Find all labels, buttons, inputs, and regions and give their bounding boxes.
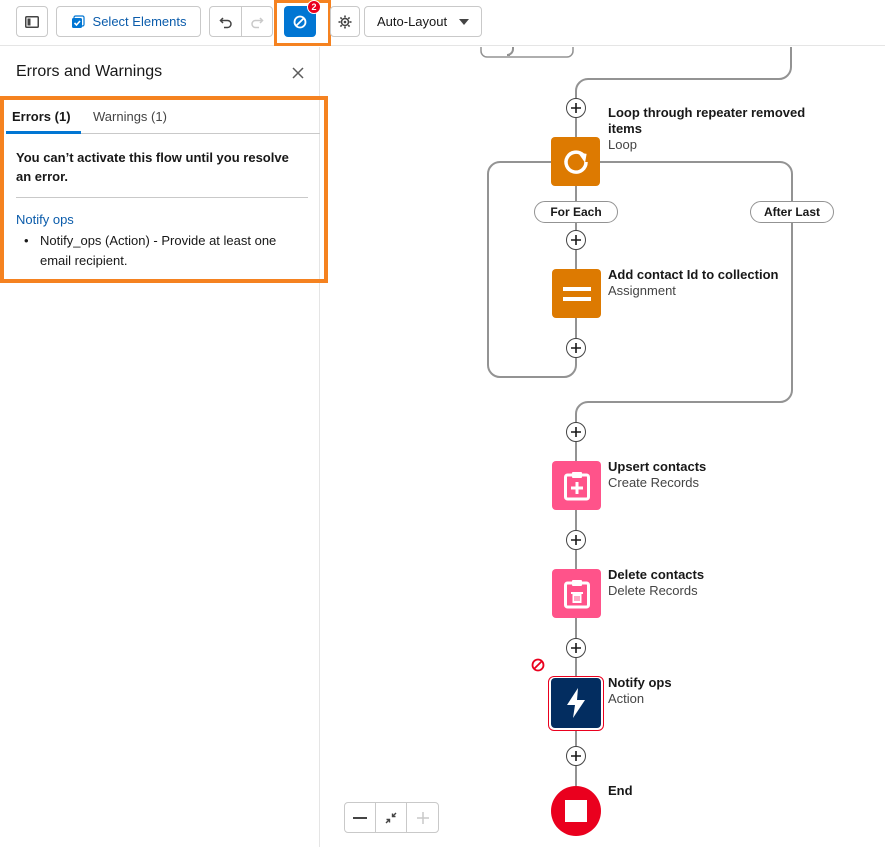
end-icon [565, 800, 587, 822]
errors-warnings-panel: Errors and Warnings Errors (1) Warnings … [0, 47, 328, 847]
add-element-button[interactable] [566, 746, 586, 766]
loop-icon [563, 149, 588, 174]
node-type: Delete Records [608, 583, 698, 598]
loop-node[interactable] [551, 137, 600, 186]
plus-icon [571, 535, 581, 545]
assignment-icon [562, 286, 591, 301]
tab-bar: Errors (1) Warnings (1) [6, 101, 320, 134]
action-node[interactable] [551, 678, 601, 728]
plus-icon [571, 235, 581, 245]
error-count-badge: 2 [307, 0, 321, 14]
layout-mode-select[interactable]: Auto-Layout [364, 6, 482, 37]
toggle-panel-button[interactable] [16, 6, 48, 37]
layout-mode-label: Auto-Layout [377, 14, 448, 29]
node-title: Loop through repeater removed items [608, 105, 806, 136]
zoom-in-button[interactable] [407, 803, 438, 832]
plus-icon [571, 343, 581, 353]
panel-title: Errors and Warnings [16, 63, 163, 80]
create-records-node[interactable] [552, 461, 601, 510]
active-tab-indicator [6, 131, 81, 134]
flow-canvas[interactable]: Loop through repeater removed items Loop… [321, 47, 885, 847]
after-last-label: After Last [750, 201, 834, 223]
plus-icon [416, 811, 429, 824]
add-element-button[interactable] [566, 230, 586, 250]
create-records-icon [563, 471, 590, 500]
tab-errors[interactable]: Errors (1) [12, 109, 71, 124]
error-detail-item: Notify_ops (Action) - Provide at least o… [24, 231, 294, 271]
select-checkbox-icon [71, 14, 85, 28]
add-element-button[interactable] [566, 422, 586, 442]
assignment-node[interactable] [552, 269, 601, 318]
error-element-link[interactable]: Notify ops [16, 212, 74, 227]
error-ban-icon [531, 658, 545, 672]
node-title: Delete contacts [608, 567, 705, 582]
plus-icon [571, 103, 581, 113]
error-summary: You can’t activate this flow until you r… [16, 150, 289, 184]
tab-warnings[interactable]: Warnings (1) [93, 109, 167, 124]
plus-icon [571, 751, 581, 761]
node-type: Create Records [608, 475, 700, 490]
undo-icon [218, 16, 232, 28]
settings-button[interactable] [330, 6, 360, 37]
zoom-out-button[interactable] [345, 803, 376, 832]
node-title: Notify ops [608, 675, 672, 690]
node-type: Action [608, 691, 645, 706]
fit-view-button[interactable] [376, 803, 407, 832]
delete-records-node[interactable] [552, 569, 601, 618]
plus-icon [571, 643, 581, 653]
node-type: Assignment [608, 283, 676, 298]
add-element-button[interactable] [566, 530, 586, 550]
add-element-button[interactable] [566, 338, 586, 358]
divider [16, 197, 308, 198]
close-panel-button[interactable] [292, 65, 304, 81]
ban-icon [293, 15, 307, 28]
sidebar-icon [25, 15, 39, 28]
redo-button[interactable] [241, 6, 273, 37]
add-element-button[interactable] [566, 638, 586, 658]
node-type: Loop [608, 137, 637, 152]
node-title: Upsert contacts [608, 459, 707, 474]
delete-records-icon [563, 579, 590, 608]
node-title: Add contact Id to collection [608, 267, 779, 282]
action-icon [567, 688, 585, 718]
zoom-controls [344, 802, 439, 833]
gear-icon [338, 15, 352, 28]
for-each-label: For Each [534, 201, 618, 223]
end-node[interactable] [551, 786, 601, 836]
toolbar: Select Elements 2 Auto-Layout [0, 0, 885, 46]
minus-icon [353, 816, 367, 819]
select-elements-label: Select Elements [92, 14, 187, 29]
redo-icon [251, 16, 264, 28]
plus-icon [571, 427, 581, 437]
select-elements-button[interactable]: Select Elements [56, 6, 201, 37]
undo-button[interactable] [209, 6, 242, 37]
node-title: End [608, 783, 633, 798]
contract-icon [385, 812, 397, 823]
caret-down-icon [459, 18, 469, 25]
close-icon [292, 67, 304, 79]
add-element-button[interactable] [566, 98, 586, 118]
